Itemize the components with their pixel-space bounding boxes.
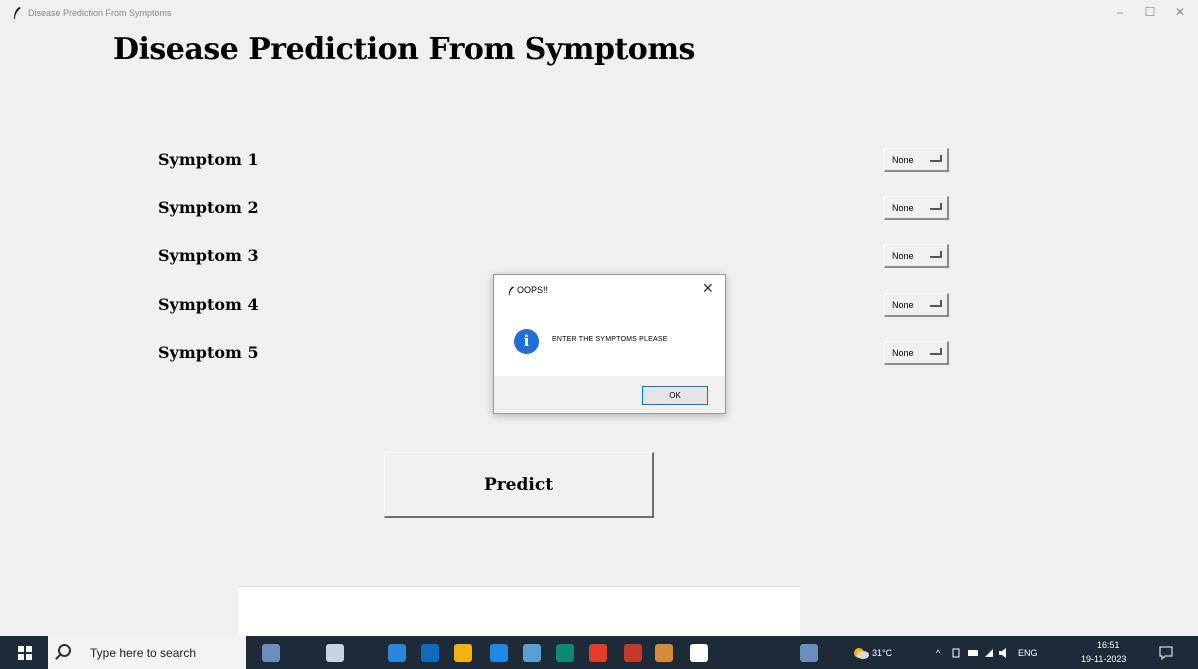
notification-icon[interactable] — [1159, 646, 1173, 660]
dropdown-indicator-icon — [930, 300, 942, 307]
chevron-up-icon[interactable]: ^ — [936, 648, 940, 658]
taskbar-app-icon[interactable] — [556, 644, 574, 662]
taskbar: Type here to search 31°C ^ ENG 16:51 19-… — [0, 636, 1198, 669]
ok-button[interactable]: OK — [642, 386, 708, 405]
symptom-1-label: Symptom 1 — [158, 150, 259, 169]
taskbar-app-icon[interactable] — [690, 644, 708, 662]
clock-date[interactable]: 19-11-2023 — [1081, 654, 1126, 664]
language-indicator[interactable]: ENG — [1018, 648, 1038, 658]
symptom-5-value: None — [892, 348, 914, 358]
weather-temperature[interactable]: 31°C — [872, 648, 892, 658]
symptom-2-dropdown[interactable]: None — [884, 196, 949, 220]
taskbar-app-icon[interactable] — [262, 644, 280, 662]
dropdown-indicator-icon — [930, 348, 942, 355]
symptom-5-label: Symptom 5 — [158, 343, 259, 362]
symptom-3-value: None — [892, 251, 914, 261]
wifi-icon[interactable] — [985, 648, 993, 658]
taskbar-app-icon[interactable] — [490, 644, 508, 662]
taskbar-app-icon[interactable] — [523, 644, 541, 662]
symptom-5-dropdown[interactable]: None — [884, 341, 949, 365]
window-title: Disease Prediction From Symptoms — [28, 8, 172, 18]
dialog-title: OOPS!! — [517, 285, 549, 295]
symptom-1-dropdown[interactable]: None — [884, 148, 949, 172]
battery-icon[interactable] — [952, 648, 960, 658]
predict-button[interactable]: Predict — [384, 452, 654, 518]
dialog-footer: OK — [494, 376, 725, 413]
info-icon: i — [514, 329, 539, 354]
search-placeholder: Type here to search — [90, 646, 197, 660]
network-icon[interactable] — [968, 648, 978, 658]
symptom-4-value: None — [892, 300, 914, 310]
taskbar-app-icon[interactable] — [800, 644, 818, 662]
maximize-button[interactable]: ☐ — [1140, 5, 1160, 19]
page-title: Disease Prediction From Symptoms — [113, 32, 695, 67]
window-title-bar: Disease Prediction From Symptoms – ☐ ✕ — [0, 0, 1198, 26]
weather-icon[interactable] — [853, 646, 869, 660]
message-dialog: OOPS!! ✕ i ENTER THE SYMPTOMS PLEASE OK — [493, 274, 726, 414]
taskbar-app-icon[interactable] — [655, 644, 673, 662]
speaker-icon[interactable] — [998, 647, 1010, 659]
taskbar-app-icon[interactable] — [421, 644, 439, 662]
close-button[interactable]: ✕ — [1170, 5, 1190, 19]
symptom-4-label: Symptom 4 — [158, 295, 259, 314]
feather-icon — [508, 286, 514, 296]
taskbar-search-box[interactable]: Type here to search — [48, 636, 246, 669]
taskbar-app-icon[interactable] — [388, 644, 406, 662]
symptom-1-value: None — [892, 155, 914, 165]
symptom-3-label: Symptom 3 — [158, 246, 259, 265]
taskbar-app-icon[interactable] — [454, 644, 472, 662]
clock-time[interactable]: 16:51 — [1097, 640, 1120, 650]
taskbar-app-icon[interactable] — [624, 644, 642, 662]
symptom-3-dropdown[interactable]: None — [884, 244, 949, 268]
dropdown-indicator-icon — [930, 203, 942, 210]
taskbar-app-icon[interactable] — [326, 644, 344, 662]
dialog-close-button[interactable]: ✕ — [702, 280, 714, 297]
taskbar-app-icon[interactable] — [589, 644, 607, 662]
dropdown-indicator-icon — [930, 155, 942, 162]
feather-icon — [14, 7, 21, 19]
search-icon — [58, 644, 71, 657]
symptom-2-value: None — [892, 203, 914, 213]
dialog-message: ENTER THE SYMPTOMS PLEASE — [552, 336, 668, 343]
symptom-2-label: Symptom 2 — [158, 198, 259, 217]
symptom-4-dropdown[interactable]: None — [884, 293, 949, 317]
windows-start-icon[interactable] — [18, 646, 32, 660]
dropdown-indicator-icon — [930, 251, 942, 258]
result-output — [238, 586, 800, 637]
minimize-button[interactable]: – — [1110, 5, 1130, 19]
